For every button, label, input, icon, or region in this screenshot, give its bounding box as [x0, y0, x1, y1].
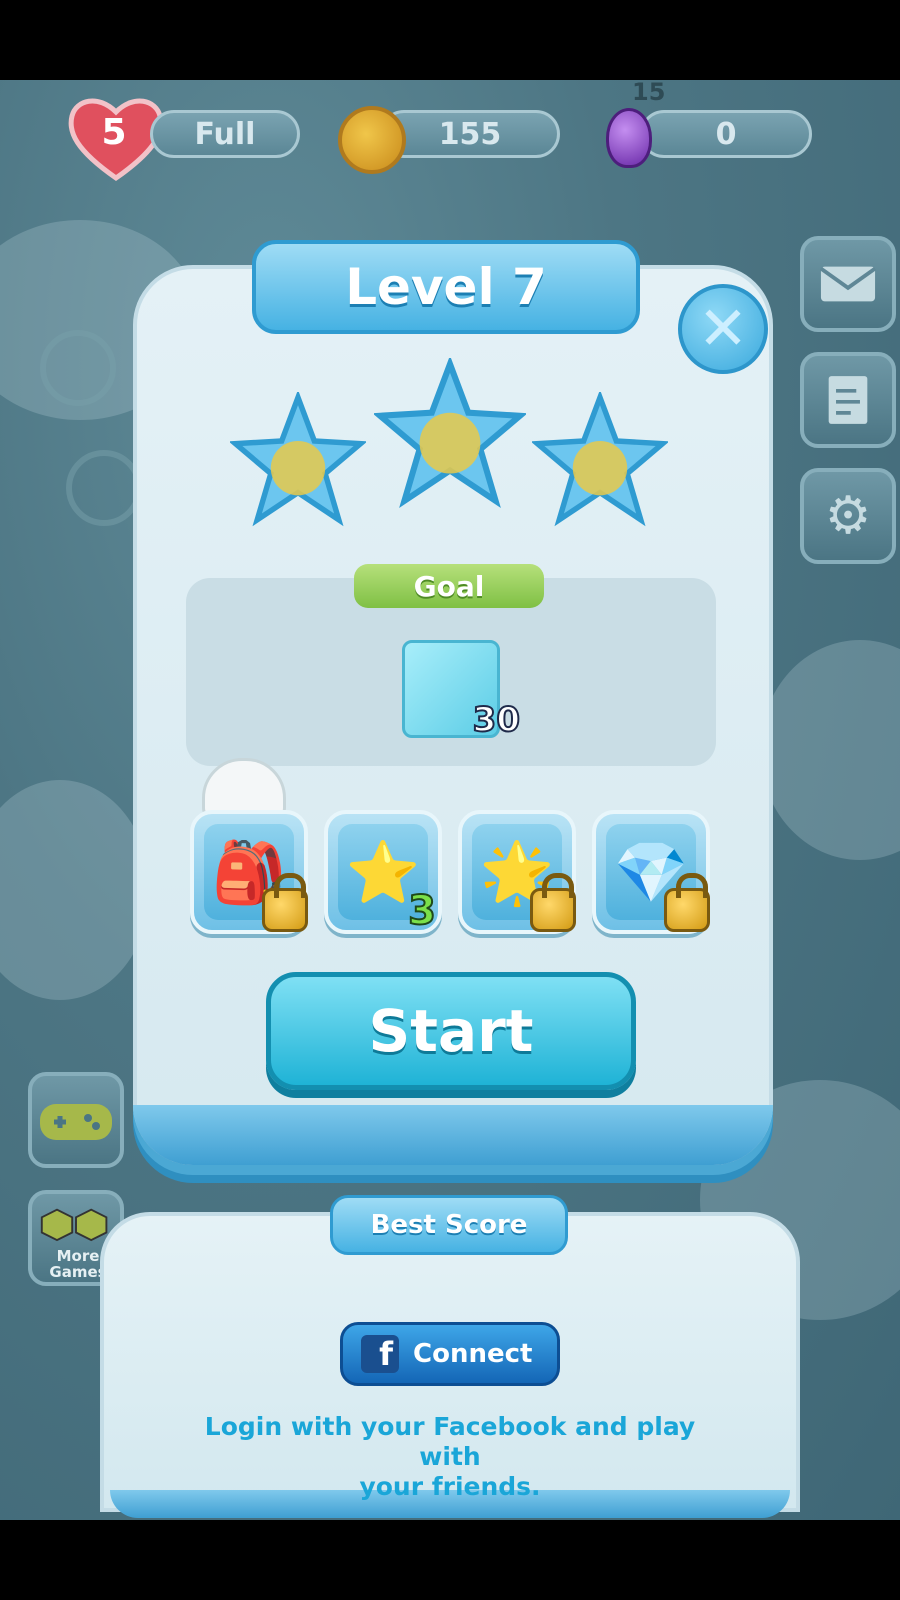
login-prompt: Login with your Facebook and play with y… [180, 1412, 720, 1502]
close-icon: ✕ [697, 294, 749, 364]
login-prompt-line1: Login with your Facebook and play with [204, 1412, 696, 1471]
panel-ice-drip [133, 1105, 773, 1165]
coins-counter[interactable]: 155 [380, 110, 560, 158]
gamepad-icon [40, 1104, 112, 1140]
goal-label: Goal [354, 564, 544, 608]
coins-value: 155 [438, 116, 502, 152]
settings-button[interactable]: ⚙ [800, 468, 896, 564]
envelope-icon [819, 266, 877, 302]
gems-counter[interactable]: 0 [640, 110, 812, 158]
connect-label: Connect [413, 1339, 533, 1369]
best-score-banner: Best Score [330, 1195, 568, 1255]
bg-decoration [40, 330, 116, 406]
booster-paw-crystal[interactable]: 💎 [592, 810, 710, 934]
lives-status: Full [150, 110, 300, 158]
star-3-icon [530, 389, 670, 528]
best-score-title: Best Score [370, 1210, 528, 1240]
goal-label-text: Goal [413, 569, 485, 603]
login-prompt-line2: your friends. [359, 1472, 541, 1501]
booster-count: 3 [407, 887, 437, 935]
level-title-banner: Level 7 [252, 240, 640, 334]
lock-icon [530, 873, 576, 932]
facebook-connect-button[interactable]: f Connect [340, 1322, 560, 1386]
start-button[interactable]: Start [266, 972, 636, 1090]
lock-icon [262, 873, 308, 932]
cubes-icon [40, 1208, 108, 1242]
booster-bag[interactable]: 🎒 [190, 810, 308, 934]
gems-value: 0 [715, 116, 737, 152]
coin-icon [338, 106, 406, 174]
booster-rainbow-star[interactable]: ⭐ 3 [324, 810, 442, 935]
level-title: Level 7 [345, 258, 547, 316]
star-1-icon [228, 389, 368, 528]
booster-multicolor-star[interactable]: 🌟 [458, 810, 576, 934]
lives-status-label: Full [194, 116, 256, 152]
badge-count: 15 [632, 78, 666, 106]
goal-target: 30 [472, 699, 521, 741]
lock-icon [664, 873, 710, 932]
start-label: Start [368, 997, 534, 1065]
bg-decoration [760, 640, 900, 860]
gem-egg-icon [606, 108, 652, 168]
gear-icon: ⚙ [824, 486, 872, 546]
lives-count: 5 [101, 112, 127, 153]
map-button[interactable] [800, 352, 896, 448]
bg-decoration [66, 450, 142, 526]
map-icon [828, 376, 868, 424]
mail-button[interactable] [800, 236, 896, 332]
close-button[interactable]: ✕ [678, 284, 768, 374]
bg-decoration [0, 780, 150, 1000]
star-2-icon [372, 355, 528, 510]
facebook-icon: f [361, 1335, 399, 1373]
games-button[interactable] [28, 1072, 124, 1168]
